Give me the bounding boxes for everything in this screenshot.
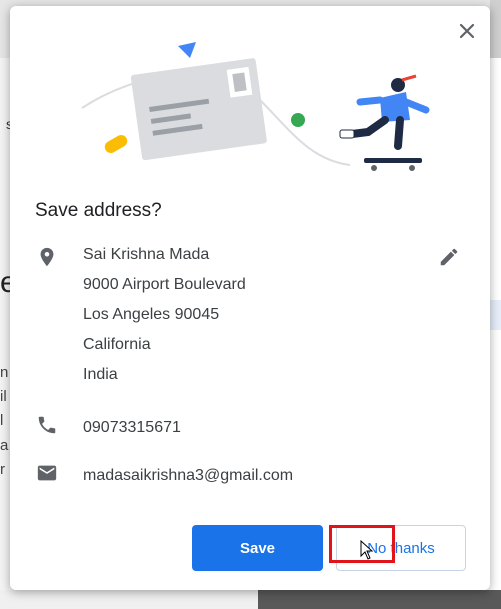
address-country: India [83,366,118,383]
pencil-icon [440,248,458,266]
background-text-fragment: r [0,461,5,478]
close-icon [459,23,475,39]
address-name: Sai Krishna Mada [83,246,210,263]
background-right-highlight [490,300,501,330]
location-pin-icon [40,247,54,267]
email-address: madasaikrishna3@gmail.com [83,467,294,484]
background-right-edge [490,0,501,58]
address-state: California [83,336,151,353]
background-text-fragment: n [0,364,9,381]
close-button[interactable] [456,20,478,42]
address-street: 9000 Airport Boulevard [83,276,246,293]
save-address-dialog: Save address? Sai Krishna Mada 9000 Airp… [10,6,490,590]
save-button[interactable]: Save [192,525,323,571]
mouse-cursor-icon [360,540,374,560]
illustration [81,42,430,171]
phone-number: 09073315671 [83,419,181,436]
phone-icon [38,416,56,434]
background-footer-right [258,590,501,609]
background-text-fragment: l [0,412,4,429]
dialog-title: Save address? [35,200,162,221]
background-text-fragment: a [0,437,9,454]
mail-icon [37,465,57,481]
background-text-fragment: il [0,388,7,405]
background-footer-left [0,590,258,609]
address-city-zip: Los Angeles 90045 [83,306,220,323]
address-block: Sai Krishna Mada 9000 Airport Boulevard … [83,244,246,394]
edit-address-button[interactable] [438,246,460,268]
